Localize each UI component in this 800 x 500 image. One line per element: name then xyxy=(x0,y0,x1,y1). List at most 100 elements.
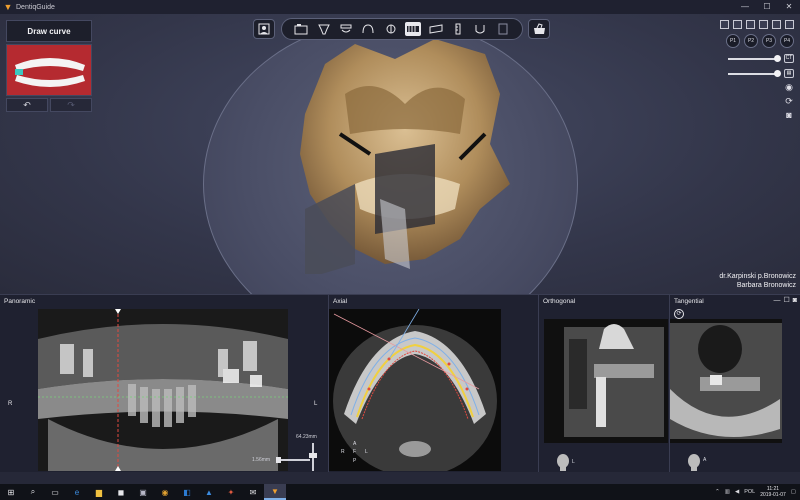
tangential-pane[interactable]: Tangential — ☐ ◙ ⟳ A xyxy=(669,294,800,472)
panoramic-zoom: 1.56mm xyxy=(252,457,271,463)
outlook-icon[interactable]: ◧ xyxy=(176,484,198,500)
orthogonal-pane[interactable]: Orthogonal L xyxy=(538,294,669,472)
status-strip xyxy=(0,472,800,484)
panoramic-xray xyxy=(38,309,288,471)
bone-tool-icon[interactable] xyxy=(472,22,488,36)
axial-pane[interactable]: Axial A R F L P xyxy=(328,294,538,472)
orthogonal-orient-letter: L xyxy=(572,459,575,465)
layout-3-icon[interactable] xyxy=(746,20,755,29)
orthogonal-head-icon xyxy=(557,454,569,471)
close-button[interactable]: ✕ xyxy=(778,0,800,14)
nerve-tool-icon[interactable] xyxy=(383,22,399,36)
eye-icon[interactable]: ◉ xyxy=(784,82,794,92)
system-tray: ⌃ ▥ ◀ POL 11:21 2019-01-07 ▢ xyxy=(715,484,796,500)
zoom-slider[interactable] xyxy=(276,457,310,463)
minimize-button[interactable]: — xyxy=(734,0,756,14)
edge-icon[interactable]: e xyxy=(66,484,88,500)
scan-tool-icon[interactable] xyxy=(428,22,444,36)
teeth-preview-thumbnail[interactable] xyxy=(6,44,92,96)
undo-button[interactable]: ↶ xyxy=(6,98,48,112)
axial-orient-top: A xyxy=(353,441,357,447)
search-icon[interactable]: ⌕ xyxy=(22,484,44,500)
tooth-tool-icon[interactable] xyxy=(316,22,332,36)
scan-opacity-icon: ▤ xyxy=(784,69,794,78)
thickness-slider[interactable] xyxy=(309,443,317,471)
tangential-pane-controls: — ☐ ◙ xyxy=(773,297,797,305)
tangential-slice xyxy=(670,319,782,443)
layout-6-icon[interactable] xyxy=(785,20,794,29)
ruler-tool-icon[interactable] xyxy=(450,22,466,36)
draw-curve-button[interactable]: Draw curve xyxy=(6,20,92,42)
save-case-button[interactable] xyxy=(528,19,550,39)
opacity-slider[interactable] xyxy=(728,54,781,62)
axial-body[interactable]: A R F L P xyxy=(329,307,538,472)
volume-icon[interactable]: ◀ xyxy=(735,489,739,495)
window-controls: — ☐ ✕ xyxy=(734,0,800,14)
case-icon xyxy=(533,23,545,34)
screenshot-icon[interactable]: ◙ xyxy=(784,110,794,120)
notifications-icon[interactable]: ▢ xyxy=(791,489,796,495)
os-taskbar: ⊞ ⌕ ▭ e ▆ ◼ ▣ ◉ ◧ ▲ ✦ ✉ ▼ ⌃ ▥ ◀ POL 11:2… xyxy=(0,484,800,500)
layout-4-icon[interactable] xyxy=(759,20,768,29)
panoramic-image[interactable] xyxy=(38,309,288,471)
preset-p4-button[interactable]: P4 xyxy=(780,34,794,48)
patient-button[interactable] xyxy=(253,19,275,39)
undo-redo-row: ↶ ↷ xyxy=(6,98,92,112)
dentiqguide-taskbar-icon[interactable]: ▼ xyxy=(264,484,286,500)
layout-1-icon[interactable] xyxy=(720,20,729,29)
draw-curve-panel: Draw curve ↶ ↷ xyxy=(6,20,92,112)
panoramic-pane[interactable]: Panoramic R L 64.23mm 1.56mm xyxy=(0,294,328,472)
pane-maximize-icon[interactable]: ☐ xyxy=(783,297,789,305)
panoramic-body[interactable]: R L 64.23mm 1.56mm xyxy=(0,307,328,472)
task-view-icon[interactable]: ▭ xyxy=(44,484,66,500)
pane-screenshot-icon[interactable]: ◙ xyxy=(793,297,797,305)
paint-icon[interactable]: ✦ xyxy=(220,484,242,500)
skull-3d-model[interactable] xyxy=(285,34,525,274)
preset-p3-button[interactable]: P3 xyxy=(762,34,776,48)
network-icon[interactable]: ▥ xyxy=(725,489,730,495)
mail-icon[interactable]: ✉ xyxy=(242,484,264,500)
chrome-icon[interactable]: ◉ xyxy=(154,484,176,500)
start-icon[interactable]: ⊞ xyxy=(0,484,22,500)
app-logo-icon: ▼ xyxy=(3,2,13,12)
viewport-3d[interactable]: Draw curve ↶ ↷ P1 P2 P3 P4 CT ▤ ◉ ⟳ ◙ dr… xyxy=(0,14,800,294)
reset-view-icon[interactable]: ⟳ xyxy=(784,96,794,106)
preset-p1-button[interactable]: P1 xyxy=(726,34,740,48)
app-window: ▼ DentiqGuide — ☐ ✕ Draw curve ↶ ↷ P1 P2… xyxy=(0,0,800,500)
tangential-orient-letter: A xyxy=(703,457,707,463)
photos-icon[interactable]: ▲ xyxy=(198,484,220,500)
opacity-slider-knob[interactable] xyxy=(774,54,781,62)
rotate-icon[interactable]: ⟳ xyxy=(674,309,684,319)
store-icon[interactable]: ◼ xyxy=(110,484,132,500)
tangential-body[interactable]: ⟳ A xyxy=(670,307,800,472)
scan-slider-knob[interactable] xyxy=(774,69,781,77)
patient-name: Barbara Bronowicz xyxy=(736,282,796,289)
scan-slider[interactable] xyxy=(728,69,781,77)
axial-orient-center: F xyxy=(353,449,357,455)
orthogonal-body[interactable]: L xyxy=(539,307,669,472)
sleeve-tool-icon[interactable] xyxy=(405,22,422,36)
redo-button[interactable]: ↷ xyxy=(50,98,92,112)
camera-tool-icon[interactable] xyxy=(293,22,309,36)
pane-minimize-icon[interactable]: — xyxy=(773,297,780,305)
folder-icon[interactable]: ▆ xyxy=(88,484,110,500)
tangential-image[interactable] xyxy=(670,319,782,443)
orthogonal-image[interactable] xyxy=(544,319,668,443)
implant-tool-icon[interactable] xyxy=(338,22,354,36)
arch-tool-icon[interactable] xyxy=(360,22,376,36)
layout-5-icon[interactable] xyxy=(772,20,781,29)
tray-up-icon[interactable]: ⌃ xyxy=(715,489,720,495)
tangential-head-icon xyxy=(688,454,700,471)
layout-2-icon[interactable] xyxy=(733,20,742,29)
maximize-button[interactable]: ☐ xyxy=(756,0,778,14)
main-toolbar xyxy=(281,18,523,40)
orthogonal-title: Orthogonal xyxy=(543,297,576,305)
axial-orient-left: R xyxy=(341,449,345,455)
export-tool-icon[interactable] xyxy=(495,22,511,36)
media-icon[interactable]: ▣ xyxy=(132,484,154,500)
axial-orient-bottom: P xyxy=(353,458,357,464)
preset-p2-button[interactable]: P2 xyxy=(744,34,758,48)
clock[interactable]: 11:21 2019-01-07 xyxy=(760,486,786,498)
patient-info: dr.Karpinski p.Bronowicz Barbara Bronowi… xyxy=(719,272,796,290)
language-indicator[interactable]: POL xyxy=(744,489,755,495)
